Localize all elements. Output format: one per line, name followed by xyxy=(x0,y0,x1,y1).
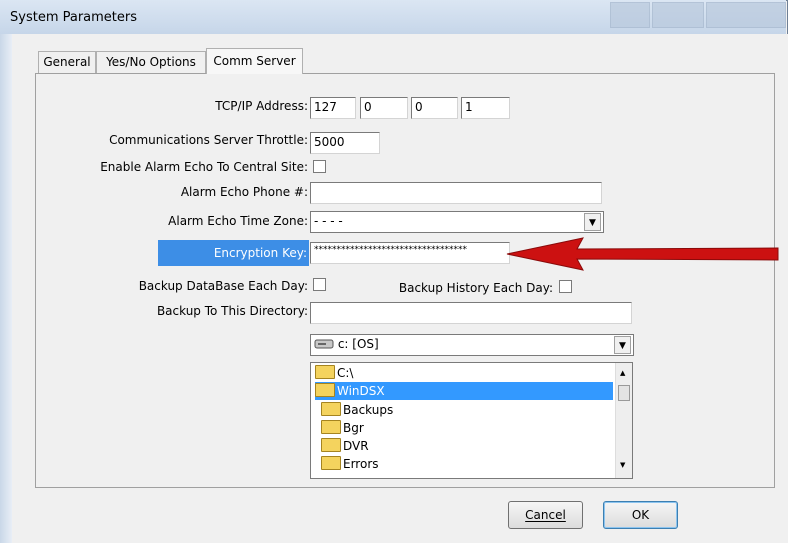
list-item[interactable]: Errors xyxy=(321,455,611,473)
selected-value: - - - - xyxy=(314,214,343,228)
list-item[interactable]: C:\ xyxy=(315,364,610,382)
background-button xyxy=(652,2,704,28)
chevron-down-icon[interactable]: ▼ xyxy=(584,213,601,231)
folder-name: WinDSX xyxy=(337,384,385,398)
list-scrollbar[interactable]: ▲ ▼ xyxy=(615,363,632,478)
alarm-phone-field[interactable] xyxy=(310,182,602,204)
tab-general[interactable]: General xyxy=(38,51,96,73)
ip-octet-2-field[interactable]: 0 xyxy=(360,97,408,119)
tab-label: General xyxy=(43,55,91,69)
window-title: System Parameters xyxy=(10,10,138,25)
ok-button[interactable]: OK xyxy=(603,501,678,529)
drive-icon xyxy=(314,339,334,349)
ok-label: OK xyxy=(631,508,650,522)
cancel-button[interactable]: Cancel xyxy=(508,501,583,529)
alarm-timezone-label: Alarm Echo Time Zone: xyxy=(168,214,308,228)
throttle-label: Communications Server Throttle: xyxy=(109,133,308,147)
open-folder-icon xyxy=(315,383,335,397)
folder-list[interactable]: C:\ WinDSX Backups Bgr DVR Errors ▲ ▼ xyxy=(310,362,633,479)
tab-comm-server[interactable]: Comm Server xyxy=(206,48,303,74)
chevron-down-icon[interactable]: ▼ xyxy=(614,336,631,354)
open-folder-icon xyxy=(315,365,335,379)
list-item[interactable]: Bgr xyxy=(321,419,611,437)
folder-icon xyxy=(321,456,341,470)
red-arrow-annotation xyxy=(506,237,779,271)
folder-name: Backups xyxy=(343,403,394,417)
backup-history-checkbox[interactable] xyxy=(559,280,572,293)
folder-name: Bgr xyxy=(343,421,364,435)
ip-octet-1-field[interactable]: 127 xyxy=(310,97,356,119)
arrow-shape xyxy=(506,237,779,271)
backup-database-label: Backup DataBase Each Day: xyxy=(138,279,308,293)
folder-name: DVR xyxy=(343,439,369,453)
ip-octet-4-field[interactable]: 1 xyxy=(461,97,510,119)
alarm-phone-label: Alarm Echo Phone #: xyxy=(180,185,308,199)
throttle-field[interactable]: 5000 xyxy=(310,132,380,154)
scrollbar-thumb[interactable] xyxy=(618,385,630,401)
backup-database-checkbox[interactable] xyxy=(313,278,326,291)
tab-label: Comm Server xyxy=(213,54,296,68)
scroll-down-icon[interactable]: ▼ xyxy=(620,461,625,469)
tab-label: Yes/No Options xyxy=(106,55,196,69)
folder-name: Errors xyxy=(343,457,379,471)
scroll-up-icon[interactable]: ▲ xyxy=(620,369,625,377)
tcpip-label: TCP/IP Address: xyxy=(215,99,308,113)
cancel-label: Cancel xyxy=(525,508,566,522)
backup-directory-field[interactable] xyxy=(310,302,632,324)
folder-icon xyxy=(321,420,341,434)
tab-yes-no-options[interactable]: Yes/No Options xyxy=(96,51,206,73)
background-button xyxy=(610,2,650,28)
alarm-echo-checkbox[interactable] xyxy=(313,160,326,173)
backup-directory-label: Backup To This Directory: xyxy=(156,304,308,318)
folder-icon xyxy=(321,438,341,452)
backup-history-label: Backup History Each Day: xyxy=(398,281,553,295)
encryption-key-field[interactable]: ********************************** xyxy=(310,242,510,264)
alarm-echo-label: Enable Alarm Echo To Central Site: xyxy=(100,160,308,174)
list-item-selected[interactable]: WinDSX xyxy=(315,382,613,400)
list-item[interactable]: Backups xyxy=(321,401,611,419)
folder-name: C:\ xyxy=(337,366,354,380)
drive-select[interactable]: c: [OS] xyxy=(310,334,634,356)
window-frame-left xyxy=(0,34,12,543)
drive-value: c: [OS] xyxy=(337,337,379,351)
ip-octet-3-field[interactable]: 0 xyxy=(411,97,458,119)
folder-icon xyxy=(321,402,341,416)
alarm-timezone-select[interactable]: - - - - xyxy=(310,211,604,233)
background-button xyxy=(706,2,786,28)
encryption-key-label: Encryption Key: xyxy=(158,240,309,266)
list-item[interactable]: DVR xyxy=(321,437,611,455)
